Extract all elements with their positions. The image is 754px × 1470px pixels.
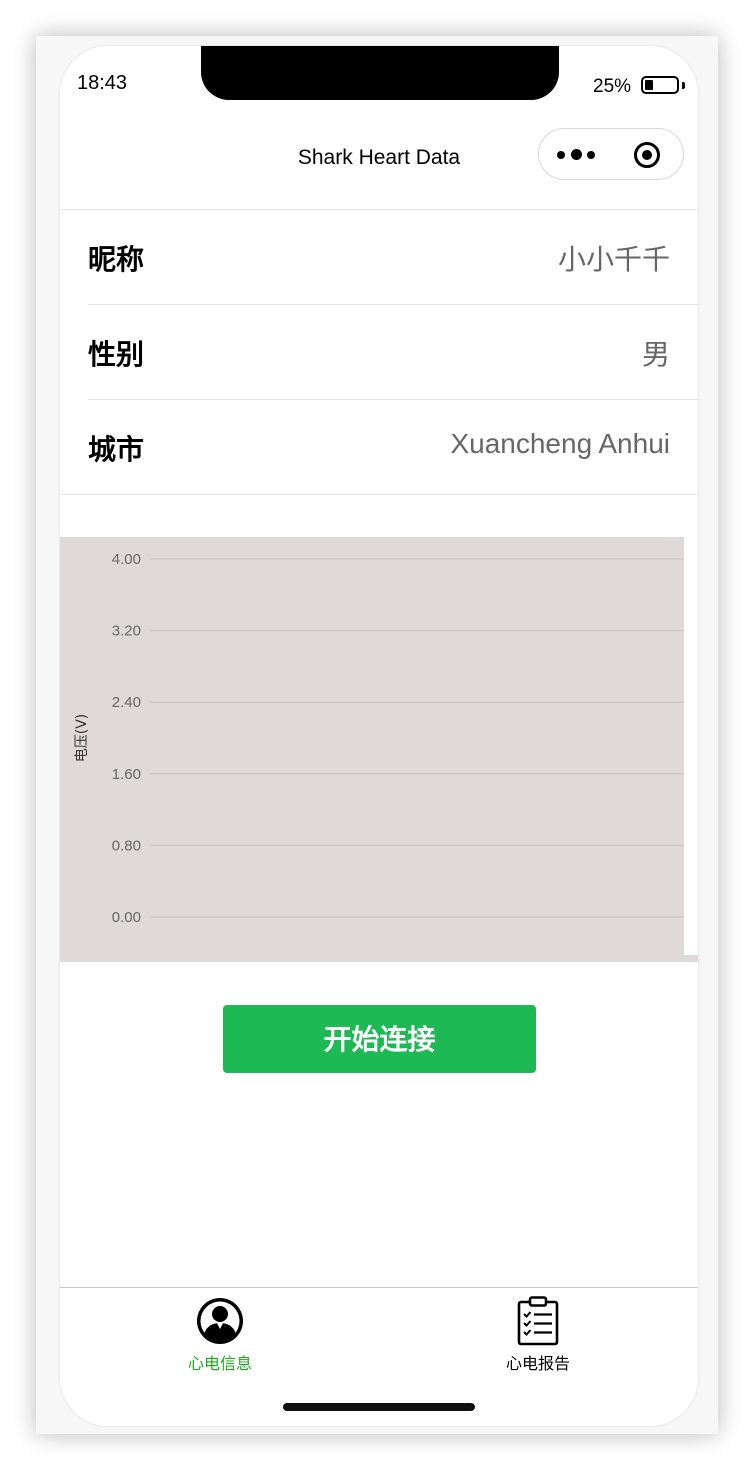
city-label: 城市 bbox=[88, 433, 145, 466]
chart-ytick-label: 2.40 bbox=[112, 694, 141, 711]
battery-fill bbox=[645, 80, 653, 90]
tab-ecg-info-label: 心电信息 bbox=[187, 1354, 252, 1373]
more-icon[interactable] bbox=[557, 149, 597, 161]
phone-screen: 18:43 25% Shark Heart Data 昵称 小小千千 性别 男 … bbox=[60, 46, 698, 1426]
nickname-value: 小小千千 bbox=[557, 244, 670, 275]
clipboard-checklist-icon bbox=[517, 1296, 559, 1346]
battery-icon bbox=[641, 76, 679, 94]
user-avatar-icon bbox=[197, 1298, 243, 1344]
chart-ytick-label: 0.00 bbox=[112, 909, 141, 926]
tab-ecg-report-label: 心电报告 bbox=[505, 1354, 570, 1373]
ecg-chart: 4.00 3.20 2.40 1.60 0.80 0.00 电压(V) bbox=[60, 537, 698, 962]
battery-cap bbox=[682, 82, 685, 89]
profile-row-nickname[interactable]: 昵称 小小千千 bbox=[88, 210, 698, 305]
chart-ytick-label: 1.60 bbox=[112, 766, 141, 783]
tab-ecg-report[interactable]: 心电报告 bbox=[458, 1296, 618, 1376]
close-miniprogram-icon[interactable] bbox=[633, 141, 661, 169]
chart-ytick-label: 3.20 bbox=[112, 623, 141, 640]
device-notch bbox=[201, 46, 559, 100]
tabbar-divider bbox=[60, 1287, 698, 1288]
chart-ytick-label: 4.00 bbox=[112, 551, 141, 568]
chart-ytick-label: 0.80 bbox=[112, 837, 141, 854]
home-indicator bbox=[283, 1403, 475, 1411]
nickname-label: 昵称 bbox=[88, 243, 145, 276]
status-time: 18:43 bbox=[77, 72, 128, 94]
section-divider bbox=[60, 494, 698, 495]
city-value: Xuancheng Anhui bbox=[450, 428, 670, 459]
profile-row-gender[interactable]: 性别 男 bbox=[88, 305, 698, 400]
battery-percent: 25% bbox=[593, 76, 632, 97]
start-connect-button[interactable]: 开始连接 bbox=[223, 1005, 536, 1073]
gender-value: 男 bbox=[641, 339, 670, 370]
chart-right-edge bbox=[684, 537, 698, 955]
chart-ylabel: 电压(V) bbox=[74, 714, 90, 763]
tab-ecg-info[interactable]: 心电信息 bbox=[140, 1296, 300, 1376]
miniprogram-capsule bbox=[538, 128, 684, 180]
ecg-chart-svg: 4.00 3.20 2.40 1.60 0.80 0.00 电压(V) bbox=[74, 537, 698, 955]
gender-label: 性别 bbox=[88, 338, 145, 371]
profile-row-city[interactable]: 城市 Xuancheng Anhui bbox=[88, 400, 698, 495]
